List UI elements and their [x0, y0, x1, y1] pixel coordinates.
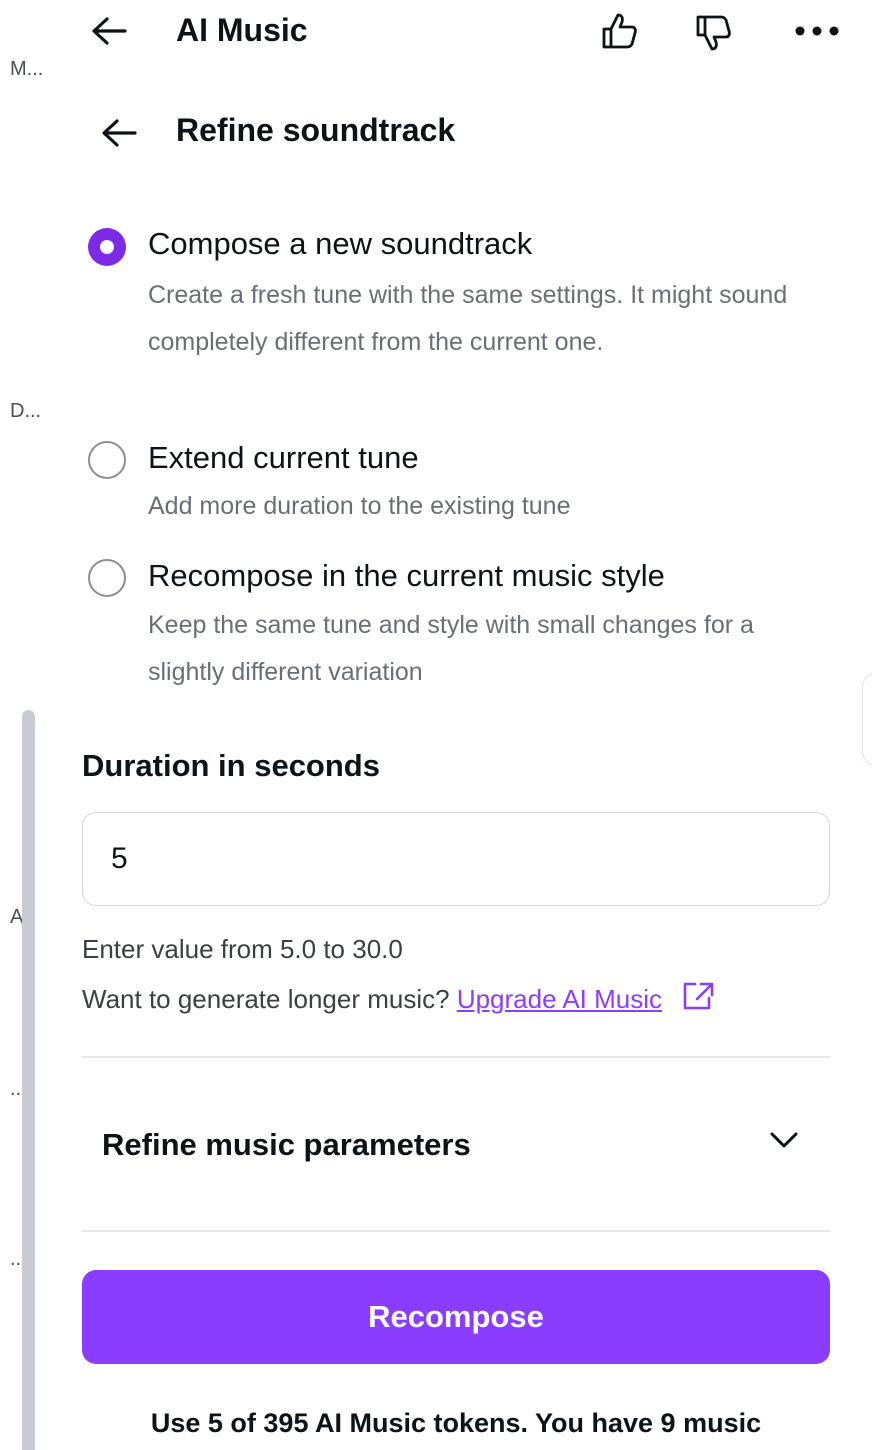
- like-button[interactable]: [596, 8, 642, 54]
- upgrade-row: Want to generate longer music? Upgrade A…: [82, 981, 715, 1015]
- token-usage-note: Use 5 of 395 AI Music tokens. You have 9…: [150, 1408, 762, 1438]
- more-horizontal-icon: [795, 26, 839, 36]
- divider: [82, 1056, 830, 1058]
- accordion-label: Refine music parameters: [102, 1127, 471, 1162]
- option-extend-tune[interactable]: Extend current tune Add more duration to…: [88, 436, 848, 531]
- duration-range-hint: Enter value from 5.0 to 30.0: [82, 934, 403, 964]
- section-title: Refine soundtrack: [176, 112, 456, 148]
- radio-button[interactable]: [88, 559, 126, 597]
- back-button[interactable]: [86, 10, 132, 52]
- option-description: Keep the same tune and style with small …: [148, 611, 754, 686]
- option-label: Compose a new soundtrack: [148, 226, 533, 261]
- upgrade-link[interactable]: Upgrade AI Music: [457, 984, 662, 1014]
- dislike-button[interactable]: [690, 10, 736, 56]
- option-label: Recompose in the current music style: [148, 558, 665, 593]
- option-label: Extend current tune: [148, 440, 419, 475]
- option-description: Create a fresh tune with the same settin…: [148, 281, 788, 356]
- option-description: Add more duration to the existing tune: [148, 492, 571, 520]
- duration-title: Duration in seconds: [82, 748, 380, 783]
- arrow-left-icon: [92, 17, 127, 45]
- side-truncated-label[interactable]: M...: [10, 58, 43, 81]
- upgrade-prompt: Want to generate longer music?: [82, 984, 450, 1014]
- divider: [82, 1230, 830, 1232]
- arrow-left-icon: [102, 119, 137, 147]
- side-scrollbar[interactable]: [22, 710, 35, 1450]
- refine-parameters-accordion[interactable]: Refine music parameters: [82, 1090, 830, 1200]
- thumbs-up-icon: [602, 13, 637, 49]
- side-truncated-label[interactable]: D...: [10, 400, 41, 423]
- more-options-button[interactable]: [792, 14, 842, 48]
- external-link-icon[interactable]: [681, 981, 715, 1011]
- radio-button[interactable]: [88, 441, 126, 479]
- refine-back-button[interactable]: [96, 112, 142, 154]
- option-recompose-style[interactable]: Recompose in the current music style Kee…: [88, 554, 848, 694]
- side-floating-card[interactable]: [862, 672, 872, 766]
- recompose-button[interactable]: Recompose: [82, 1270, 830, 1364]
- chevron-down-icon: [770, 1132, 798, 1148]
- duration-input[interactable]: [82, 812, 830, 906]
- radio-button-selected[interactable]: [88, 228, 126, 266]
- panel-title: AI Music: [176, 12, 308, 48]
- thumbs-down-icon: [696, 15, 731, 51]
- option-compose-new[interactable]: Compose a new soundtrack Create a fresh …: [88, 222, 848, 412]
